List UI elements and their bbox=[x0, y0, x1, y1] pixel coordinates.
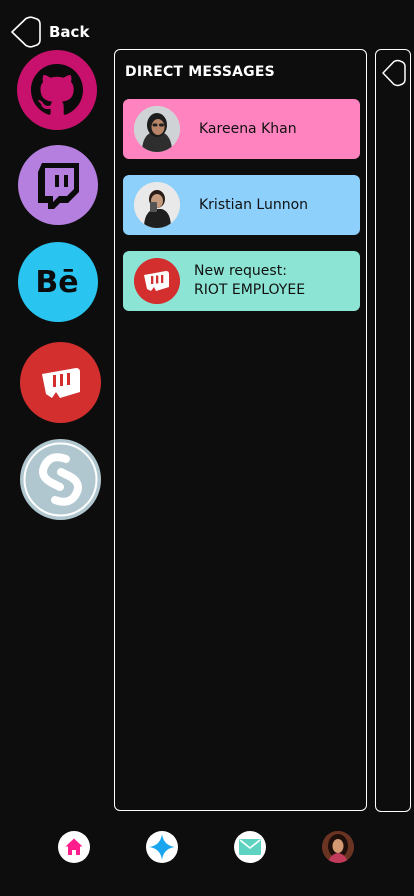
nav-home-button[interactable] bbox=[58, 831, 90, 863]
request-label: New request: bbox=[194, 263, 287, 279]
app-screen: Back Bē DIRECT MESSAGES Kareena Khan Kri… bbox=[0, 0, 414, 896]
shazam-icon bbox=[23, 442, 98, 517]
direct-messages-title: DIRECT MESSAGES bbox=[125, 64, 275, 80]
contact-name: Kareena Khan bbox=[199, 121, 297, 137]
back-button[interactable]: Back bbox=[10, 16, 89, 48]
avatar bbox=[134, 106, 180, 152]
nav-messages-button[interactable] bbox=[234, 831, 266, 863]
expand-panel-arrow-icon[interactable] bbox=[381, 59, 406, 87]
dm-card-kareena[interactable]: Kareena Khan bbox=[123, 99, 360, 159]
twitch-icon bbox=[38, 163, 79, 209]
request-sender: RIOT EMPLOYEE bbox=[194, 282, 306, 298]
direct-messages-panel: DIRECT MESSAGES Kareena Khan Kristian Lu… bbox=[114, 49, 367, 811]
avatar bbox=[134, 258, 180, 304]
riot-icon bbox=[134, 258, 180, 304]
mail-icon bbox=[239, 839, 261, 855]
user-avatar-icon bbox=[134, 106, 180, 152]
request-text: New request: RIOT EMPLOYEE bbox=[194, 262, 305, 300]
svg-text:Bē: Bē bbox=[35, 265, 78, 300]
dm-card-riot-request[interactable]: New request: RIOT EMPLOYEE bbox=[123, 251, 360, 311]
behance-icon: Bē bbox=[35, 265, 78, 300]
app-riot[interactable] bbox=[20, 342, 101, 423]
riot-icon bbox=[41, 367, 80, 398]
back-label: Back bbox=[49, 23, 90, 41]
back-arrow-icon bbox=[11, 16, 41, 48]
home-icon bbox=[65, 838, 83, 855]
app-behance[interactable]: Bē bbox=[18, 242, 98, 322]
contact-name: Kristian Lunnon bbox=[199, 197, 309, 213]
app-github[interactable] bbox=[17, 50, 97, 130]
nav-profile-button[interactable] bbox=[322, 831, 354, 863]
app-shazam[interactable] bbox=[20, 439, 101, 520]
dm-card-kristian[interactable]: Kristian Lunnon bbox=[123, 175, 360, 235]
avatar bbox=[134, 182, 180, 228]
user-avatar-icon bbox=[134, 182, 180, 228]
app-twitch[interactable] bbox=[18, 145, 98, 225]
profile-avatar bbox=[322, 831, 354, 863]
explore-star-icon bbox=[149, 834, 175, 860]
github-icon bbox=[31, 64, 83, 115]
collapsed-side-panel bbox=[375, 49, 411, 812]
nav-explore-button[interactable] bbox=[146, 831, 178, 863]
